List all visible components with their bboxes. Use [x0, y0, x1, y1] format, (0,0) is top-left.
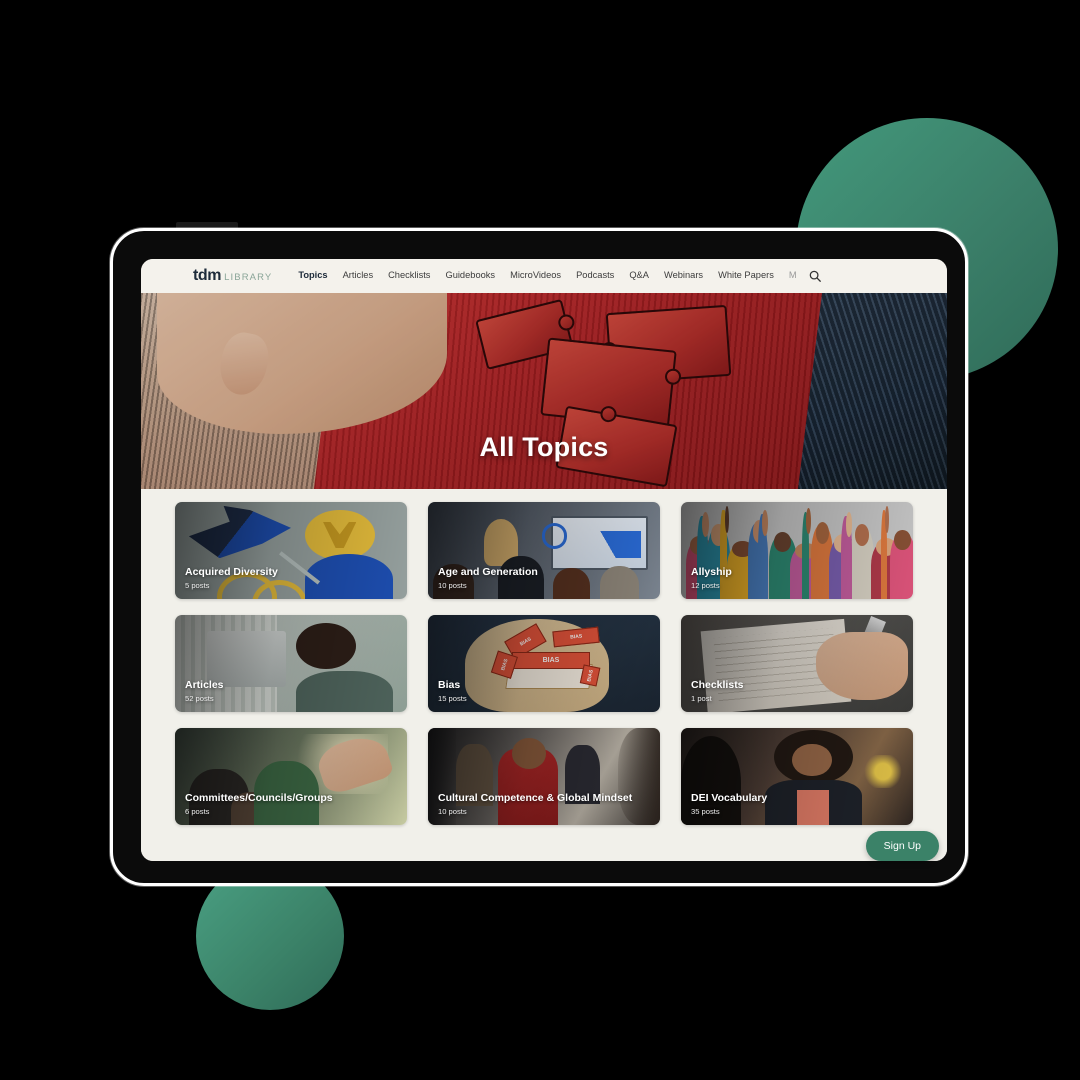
topic-card-text: Cultural Competence & Global Mindset 10 p… [438, 792, 650, 816]
topic-card-post-count: 52 posts [185, 694, 214, 703]
topic-card[interactable]: Acquired Diversity 5 posts [175, 502, 407, 599]
topic-card-text: Age and Generation 10 posts [438, 566, 650, 590]
topic-card-title: Bias [438, 678, 461, 691]
topics-grid: Acquired Diversity 5 posts Age and Generat… [175, 502, 913, 825]
nav-item-list: Topics Articles Checklists Guidebooks MicroV… [298, 271, 806, 281]
nav-item-guidebooks[interactable]: Guidebooks [445, 271, 495, 281]
page-title: All Topics [479, 432, 609, 462]
topic-card-text: Allyship 12 posts [691, 566, 903, 590]
topic-card-title: Articles [185, 678, 224, 691]
topic-card[interactable]: Age and Generation 10 posts [428, 502, 660, 599]
topic-card-post-count: 12 posts [691, 581, 720, 590]
topic-card[interactable]: Committees/Councils/Groups 6 posts [175, 728, 407, 825]
topic-card-title: Cultural Competence & Global Mindset [438, 791, 633, 804]
topics-section: Acquired Diversity 5 posts Age and Generat… [141, 489, 947, 861]
sign-up-button[interactable]: Sign Up [865, 831, 939, 861]
topic-card-text: Committees/Councils/Groups 6 posts [185, 792, 397, 816]
topic-card-post-count: 10 posts [438, 581, 467, 590]
nav-item-checklists[interactable]: Checklists [388, 271, 430, 281]
topic-card[interactable]: Checklists 1 post [681, 615, 913, 712]
topic-card-text: DEI Vocabulary 35 posts [691, 792, 903, 816]
nav-item-articles[interactable]: Articles [343, 271, 373, 281]
topic-card-text: Acquired Diversity 5 posts [185, 566, 397, 590]
topic-card[interactable]: Allyship 12 posts [681, 502, 913, 599]
topic-card-title: Allyship [691, 565, 732, 578]
topic-card-title: DEI Vocabulary [691, 791, 768, 804]
topic-card[interactable]: DEI Vocabulary 35 posts [681, 728, 913, 825]
topic-card-title: Age and Generation [438, 565, 538, 578]
nav-item-q-a[interactable]: Q&A [629, 271, 649, 281]
topic-card-text: Checklists 1 post [691, 679, 903, 703]
tablet-screen: tdm LIBRARY Topics Articles Checklists Guid… [141, 259, 947, 861]
topic-card-title: Acquired Diversity [185, 565, 278, 578]
topic-card[interactable]: BIASBIASBIASBIASBIASBias15 posts [428, 615, 660, 712]
nav-item-m[interactable]: M [789, 271, 796, 280]
topic-card-post-count: 35 posts [691, 807, 720, 816]
topic-card-post-count: 5 posts [185, 581, 210, 590]
topic-card-title: Checklists [691, 678, 744, 691]
nav-item-podcasts[interactable]: Podcasts [576, 271, 614, 281]
topic-card[interactable]: Articles 52 posts [175, 615, 407, 712]
topic-card-text: Bias 15 posts [438, 679, 650, 703]
tablet-device-frame: tdm LIBRARY Topics Articles Checklists Guid… [110, 228, 968, 886]
nav-item-topics[interactable]: Topics [298, 271, 327, 281]
search-icon[interactable] [808, 269, 822, 283]
top-navigation-bar: tdm LIBRARY Topics Articles Checklists Guid… [141, 259, 947, 293]
brand-suffix: LIBRARY [224, 272, 273, 283]
scene: tdm LIBRARY Topics Articles Checklists Guid… [0, 0, 1080, 1080]
topic-card-post-count: 15 posts [438, 694, 467, 703]
topic-card-text: Articles 52 posts [185, 679, 397, 703]
topic-card[interactable]: Cultural Competence & Global Mindset 10 p… [428, 728, 660, 825]
hero-banner: All Topics [141, 293, 947, 489]
topic-card-post-count: 1 post [691, 694, 712, 703]
nav-item-microvideos[interactable]: MicroVideos [510, 271, 561, 281]
nav-item-webinars[interactable]: Webinars [664, 271, 703, 281]
brand-name: tdm [193, 267, 222, 284]
brand-logo[interactable]: tdm LIBRARY [193, 267, 272, 285]
topic-card-post-count: 6 posts [185, 807, 210, 816]
topic-card-title: Committees/Councils/Groups [185, 791, 333, 804]
topic-card-post-count: 10 posts [438, 807, 467, 816]
nav-item-white-papers[interactable]: White Papers [718, 271, 774, 281]
